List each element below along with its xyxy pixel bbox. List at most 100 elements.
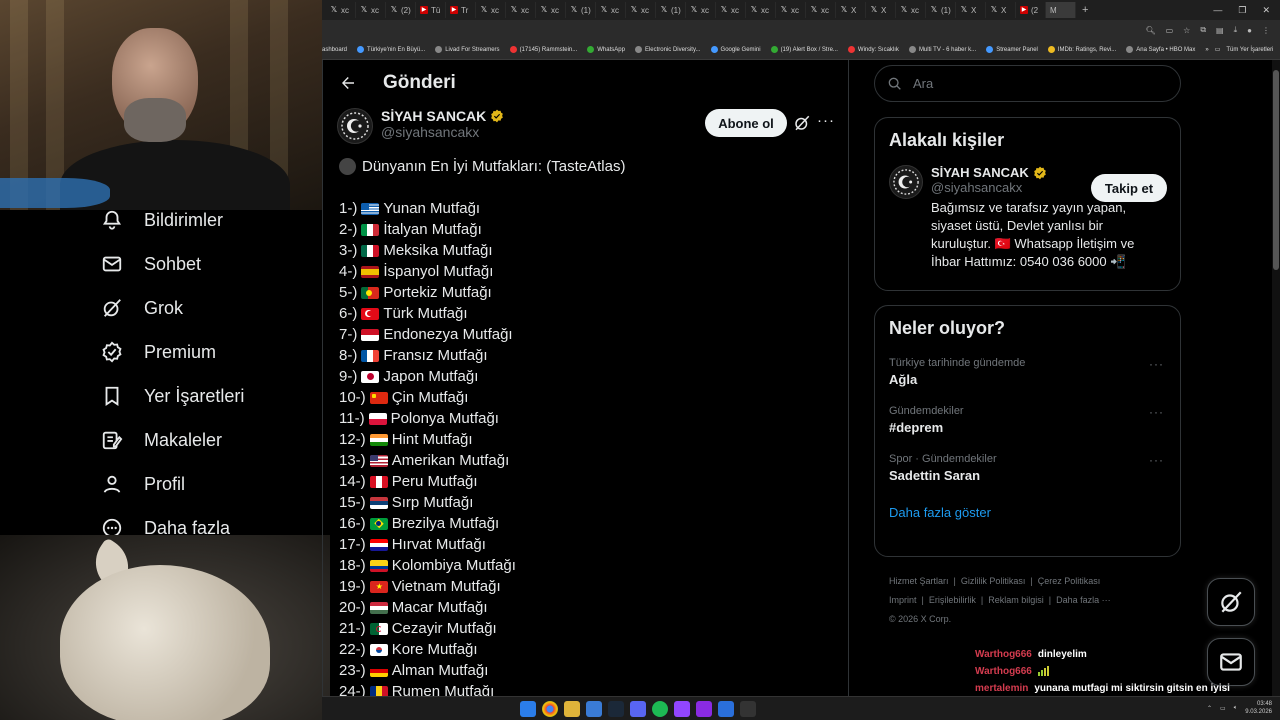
browser-tab[interactable]: 𝕏xc xyxy=(326,2,356,18)
new-tab-button[interactable]: + xyxy=(1076,4,1094,16)
avatar[interactable] xyxy=(337,108,373,144)
bookmark-item[interactable]: Windy: Sıcaklık xyxy=(847,46,899,53)
trend-item[interactable]: Türkiye tarihinde gündemde Ağla ··· xyxy=(889,357,1166,387)
more-options-icon[interactable]: ··· xyxy=(1149,357,1164,371)
show-more-link[interactable]: Daha fazla göster xyxy=(889,505,1166,520)
footer-link[interactable]: Daha fazla ··· xyxy=(1056,595,1111,605)
grok-icon[interactable] xyxy=(793,114,811,132)
profile-icon[interactable]: ● xyxy=(1247,26,1252,35)
star-icon[interactable]: ☆ xyxy=(1183,26,1190,35)
bookmark-item[interactable]: Türkiye'nin En Büyü... xyxy=(357,46,425,53)
footer-link[interactable]: Reklam bilgisi xyxy=(988,595,1044,605)
bookmark-item[interactable]: Ana Sayfa • HBO Max xyxy=(1126,46,1195,53)
bookmark-item[interactable]: Electronic Diversity... xyxy=(634,46,701,53)
nav-item-grok[interactable]: Grok xyxy=(96,286,322,330)
menu-icon[interactable]: ⋮ xyxy=(1262,26,1270,35)
browser-tab[interactable]: 𝕏xc xyxy=(596,2,626,18)
footer-link[interactable]: Erişilebilirlik xyxy=(929,595,976,605)
footer-link[interactable]: Gizlilik Politikası xyxy=(961,576,1026,586)
bookmark-item[interactable]: Livad For Streamers xyxy=(435,46,500,53)
trend-item[interactable]: Gündemdekiler #deprem ··· xyxy=(889,405,1166,435)
close-icon[interactable]: ✕ xyxy=(1262,5,1270,16)
app-icon[interactable] xyxy=(740,701,756,717)
trend-item[interactable]: Spor · Gündemdekiler Sadettin Saran ··· xyxy=(889,453,1166,483)
bookmark-item[interactable]: Google Gemini xyxy=(710,46,761,53)
app-icon[interactable] xyxy=(586,701,602,717)
back-arrow-icon[interactable] xyxy=(339,74,357,92)
twitch-icon[interactable] xyxy=(674,701,690,717)
chrome-icon[interactable] xyxy=(542,701,558,717)
app-icon[interactable] xyxy=(696,701,712,717)
more-options-icon[interactable]: ··· xyxy=(1149,405,1164,419)
browser-tab[interactable]: 𝕏xc xyxy=(686,2,716,18)
all-bookmarks[interactable]: Tüm Yer İşaretleri xyxy=(1226,47,1273,53)
steam-icon[interactable] xyxy=(608,701,624,717)
browser-tab[interactable]: 𝕏X xyxy=(866,2,896,18)
browser-tab[interactable]: 𝕏xc xyxy=(626,2,656,18)
avatar[interactable] xyxy=(889,165,923,199)
nav-item-premium[interactable]: Premium xyxy=(96,330,322,374)
nav-item-messages[interactable]: Sohbet xyxy=(96,242,322,286)
volume-icon[interactable]: 🔈︎ xyxy=(1234,705,1238,712)
footer-link[interactable]: Çerez Politikası xyxy=(1038,576,1101,586)
folder-icon[interactable] xyxy=(564,701,580,717)
more-options-icon[interactable]: ··· xyxy=(1149,453,1164,467)
more-options-icon[interactable]: ··· xyxy=(817,112,835,130)
bookmark-item[interactable]: Multi TV - 6 haber k... xyxy=(908,46,976,53)
reading-list-icon[interactable]: ▤ xyxy=(1216,26,1224,35)
bookmark-item[interactable]: Streamer Panel xyxy=(986,46,1038,53)
maximize-icon[interactable]: ❐ xyxy=(1238,5,1246,16)
download-icon[interactable]: ⤓ xyxy=(1234,25,1238,35)
browser-tab-active[interactable]: M xyxy=(1046,2,1076,18)
browser-tab[interactable]: 𝕏xc xyxy=(896,2,926,18)
zoom-icon[interactable]: 🔍︎ xyxy=(1145,26,1155,35)
scrollbar[interactable] xyxy=(1272,60,1280,696)
footer-link[interactable]: Imprint xyxy=(889,595,917,605)
browser-tab[interactable]: 𝕏 (1) xyxy=(656,2,686,18)
browser-tab[interactable]: 𝕏xc xyxy=(746,2,776,18)
browser-tab[interactable]: 𝕏 (1) xyxy=(566,2,596,18)
app-icon[interactable] xyxy=(718,701,734,717)
footer-link[interactable]: Hizmet Şartları xyxy=(889,576,949,586)
browser-tab[interactable]: 𝕏X xyxy=(836,2,866,18)
bookmark-item[interactable]: IMDb: Ratings, Revi... xyxy=(1047,46,1116,53)
bookmark-item[interactable]: ashboard xyxy=(322,47,347,53)
browser-tab[interactable]: 𝕏X xyxy=(956,2,986,18)
author-name[interactable]: SİYAH SANCAK xyxy=(381,108,504,124)
spotify-icon[interactable] xyxy=(652,701,668,717)
browser-tab[interactable]: 𝕏xc xyxy=(536,2,566,18)
nav-item-bookmarks[interactable]: Yer İşaretleri xyxy=(96,374,322,418)
extensions-icon[interactable]: ⧉ xyxy=(1200,25,1206,35)
author-handle[interactable]: @siyahsancakx xyxy=(381,124,504,140)
nav-item-articles[interactable]: Makaleler xyxy=(96,418,322,462)
bookmark-item[interactable]: WhatsApp xyxy=(587,46,625,53)
minimize-icon[interactable]: — xyxy=(1213,5,1222,16)
browser-tab[interactable]: 𝕏X xyxy=(986,2,1016,18)
browser-tab[interactable]: 𝕏 (1) xyxy=(926,2,956,18)
start-icon[interactable] xyxy=(520,701,536,717)
browser-tab[interactable]: ▶ (2 xyxy=(1016,2,1046,18)
nav-item-profile[interactable]: Profil xyxy=(96,462,322,506)
browser-tab[interactable]: 𝕏xc xyxy=(716,2,746,18)
bookmark-item[interactable]: (17145) Rammstein... xyxy=(509,46,577,53)
browser-tab[interactable]: 𝕏xc xyxy=(476,2,506,18)
browser-tab[interactable]: ▶ Tr xyxy=(446,2,476,18)
subscribe-button[interactable]: Abone ol xyxy=(705,109,787,137)
search-box[interactable] xyxy=(874,65,1181,102)
browser-tab[interactable]: 𝕏xc xyxy=(506,2,536,18)
browser-tab[interactable]: ▶ Tü xyxy=(416,2,446,18)
discord-icon[interactable] xyxy=(630,701,646,717)
bookmarks-more[interactable]: » xyxy=(1205,47,1208,53)
browser-tab[interactable]: 𝕏xc xyxy=(776,2,806,18)
browser-tab[interactable]: 𝕏xc xyxy=(806,2,836,18)
nav-item-notifications[interactable]: Bildirimler xyxy=(96,198,322,242)
scrollbar-thumb[interactable] xyxy=(1273,70,1279,270)
clock[interactable]: 03:48 9.03.2026 xyxy=(1245,700,1272,716)
follow-button[interactable]: Takip et xyxy=(1091,174,1167,202)
browser-tab[interactable]: 𝕏xc xyxy=(356,2,386,18)
bookmark-item[interactable]: (19) Alert Box / Stre... xyxy=(770,46,838,53)
cast-icon[interactable]: ▭ xyxy=(1166,26,1174,35)
network-icon[interactable]: ▭ xyxy=(1220,705,1226,712)
chevron-up-icon[interactable]: ⌃ xyxy=(1207,705,1212,712)
browser-tab[interactable]: 𝕏 (2) xyxy=(386,2,416,18)
